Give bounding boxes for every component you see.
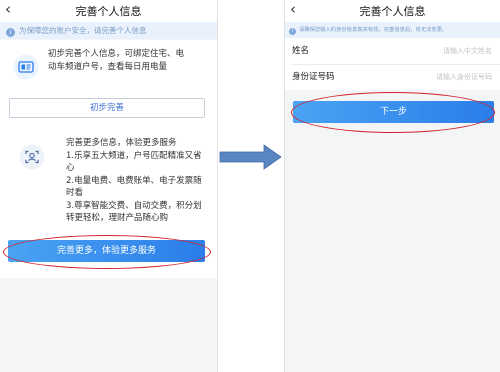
basic-complete-button[interactable]: 初步完善 bbox=[9, 98, 205, 118]
right-screen: ‹ 完善个人信息 i 请确保您输入的身份信息真实有效，完善信息后，将无法变更。 姓… bbox=[284, 0, 500, 372]
verification-notice: i 请确保您输入的身份信息真实有效，完善信息后，将无法变更。 bbox=[285, 22, 500, 38]
id-number-label: 身份证号码 bbox=[292, 72, 335, 82]
text-line: 完善更多信息，体验更多服务 bbox=[66, 138, 177, 148]
notice-text: 为保障您的账户安全，请完善个人信息 bbox=[19, 26, 147, 35]
info-icon: i bbox=[289, 28, 296, 35]
text-line: 心 bbox=[66, 163, 75, 173]
left-screen: ‹ 完善个人信息 i 为保障您的账户安全，请完善个人信息 初步完善个人信息，可绑定… bbox=[0, 0, 218, 372]
basic-info-card: 初步完善个人信息，可绑定住宅、电 动车频道户号，查看每日用电量 初步完善 bbox=[0, 40, 217, 128]
security-notice: i 为保障您的账户安全，请完善个人信息 bbox=[0, 22, 217, 39]
text-line: 时看 bbox=[66, 188, 84, 198]
page-title: 完善个人信息 bbox=[359, 5, 426, 18]
text-line: 转更轻松，理财产品随心购 bbox=[66, 213, 169, 223]
name-label: 姓名 bbox=[292, 46, 310, 56]
highlight-ellipse bbox=[291, 92, 495, 133]
info-icon: i bbox=[6, 28, 15, 37]
face-scan-icon bbox=[19, 144, 45, 170]
full-info-description: 完善更多信息，体验更多服务 1.乐享五大频道，户号匹配精准又省 心 2.电量电费… bbox=[66, 137, 212, 225]
nav-bar: ‹ 完善个人信息 bbox=[285, 0, 500, 22]
id-number-row: 身份证号码 bbox=[285, 64, 500, 90]
highlight-ellipse bbox=[3, 235, 211, 269]
id-card-icon bbox=[13, 54, 39, 80]
identity-form: 姓名 身份证号码 bbox=[285, 38, 500, 90]
text-line: 动车频道户号，查看每日用电量 bbox=[48, 61, 168, 72]
right-arrow-icon bbox=[219, 144, 282, 170]
text-line: 2.电量电费、电费账单、电子发票随 bbox=[66, 175, 202, 186]
nav-bar: ‹ 完善个人信息 bbox=[0, 0, 217, 22]
name-row: 姓名 bbox=[285, 38, 500, 65]
notice-text: 请确保您输入的身份信息真实有效，完善信息后，将无法变更。 bbox=[299, 27, 448, 33]
basic-info-description: 初步完善个人信息，可绑定住宅、电 动车频道户号，查看每日用电量 bbox=[48, 48, 214, 73]
text-line: 3.尊享智能交费、自动交费，积分划 bbox=[66, 200, 202, 211]
text-line: 1.乐享五大频道，户号匹配精准又省 bbox=[66, 150, 202, 161]
id-number-input[interactable] bbox=[382, 70, 492, 84]
page-title: 完善个人信息 bbox=[75, 5, 142, 18]
name-input[interactable] bbox=[382, 44, 492, 58]
text-line: 初步完善个人信息，可绑定住宅、电 bbox=[48, 49, 185, 59]
